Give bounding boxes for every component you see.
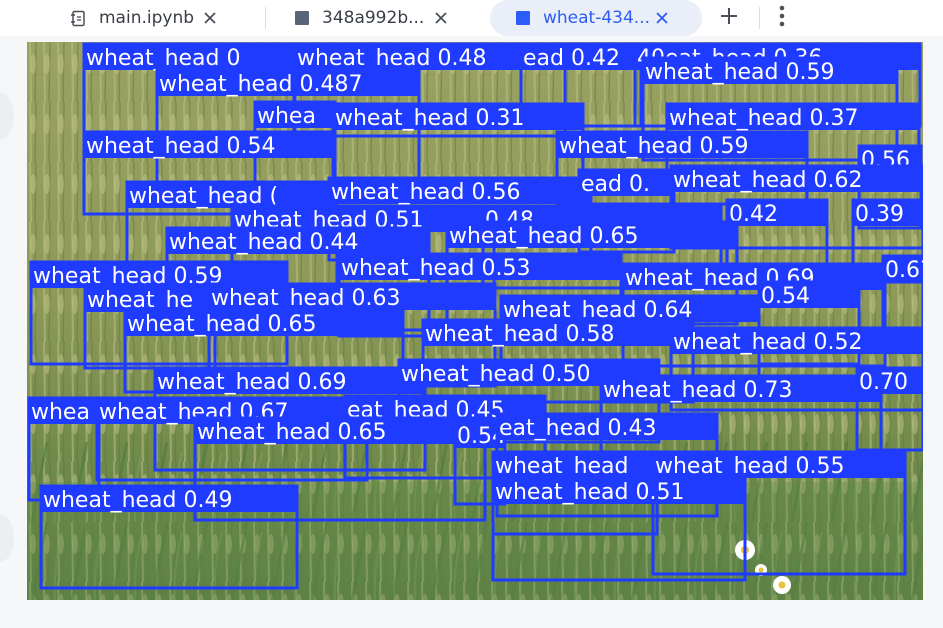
detection-image: wheat_head 0wheat_head 0.48ead 0.4240eat… bbox=[27, 42, 923, 600]
tab-divider bbox=[759, 7, 760, 29]
detection-label: wheat_head bbox=[495, 454, 629, 479]
detection-label: wheat_head 0.44 bbox=[169, 230, 358, 255]
detection-label: wheat_head 0.65 bbox=[197, 420, 386, 445]
close-icon[interactable] bbox=[201, 9, 219, 27]
detection-label: wheat_head 0.54 bbox=[86, 134, 275, 159]
image-file-icon bbox=[514, 9, 532, 27]
panel-toggle-handle[interactable] bbox=[0, 514, 14, 562]
notebook-icon bbox=[70, 9, 88, 27]
detection-label: wheat_head 0.73 bbox=[603, 378, 792, 403]
detection-label: 0.67 bbox=[885, 258, 923, 283]
detection-label: wheat_head 0.63 bbox=[211, 286, 400, 311]
detection-label: wheat_head 0.65 bbox=[449, 224, 638, 249]
more-vertical-icon bbox=[779, 5, 785, 31]
tab-label: 348a992b... bbox=[322, 8, 425, 28]
detection-label: 0.54 bbox=[761, 284, 810, 309]
new-tab-button[interactable] bbox=[714, 3, 744, 33]
detection-label: wheat_head 0.65 bbox=[127, 312, 316, 337]
detection-label: wheat_head 0.31 bbox=[335, 106, 524, 131]
close-icon[interactable] bbox=[432, 9, 450, 27]
panel-toggle-handle[interactable] bbox=[0, 92, 14, 140]
detection-label: wheat_head 0.37 bbox=[669, 106, 858, 131]
tab-bar: main.ipynb 348a992b... wheat-434... bbox=[0, 0, 943, 36]
detection-label: ead 0. bbox=[581, 172, 650, 197]
detection-label: wheat_head 0.53 bbox=[341, 256, 530, 281]
left-panel-strip bbox=[0, 36, 27, 628]
detection-label: whea bbox=[31, 400, 90, 425]
detection-label: wheat_head 0.62 bbox=[673, 168, 862, 193]
detection-label: wheat_head 0.55 bbox=[655, 454, 844, 479]
close-icon[interactable] bbox=[653, 9, 671, 27]
detection-label: wheat_head 0.50 bbox=[401, 362, 590, 387]
detection-label: wheat_head 0.52 bbox=[673, 330, 862, 355]
tab-divider bbox=[265, 7, 266, 29]
detection-label: wheat_head 0.69 bbox=[157, 370, 346, 395]
image-file-icon bbox=[293, 9, 311, 27]
detection-label: wheat_head 0.56 bbox=[331, 180, 520, 205]
tab-main-ipynb[interactable]: main.ipynb bbox=[70, 0, 240, 36]
detection-label: wheat_head 0.48 bbox=[297, 46, 486, 71]
tab-348a992b[interactable]: 348a992b... bbox=[293, 0, 463, 36]
detection-label: wheat_head 0.59 bbox=[645, 60, 834, 85]
detection-label: wheat_head 0 bbox=[86, 46, 241, 71]
detection-label: ead 0.42 bbox=[523, 46, 620, 71]
tab-wheat-434[interactable]: wheat-434... bbox=[490, 0, 702, 36]
plus-icon bbox=[719, 6, 739, 30]
tab-label: wheat-434... bbox=[543, 8, 651, 28]
more-options-button[interactable] bbox=[767, 3, 797, 33]
detection-label: wheat_head 0.51 bbox=[495, 480, 684, 505]
detection-label: wheat_head 0.59 bbox=[559, 134, 748, 159]
detection-label: 0.70 bbox=[859, 370, 908, 395]
tab-label: main.ipynb bbox=[99, 8, 195, 28]
detection-label: wheat_head 0.58 bbox=[425, 322, 614, 347]
detection-label: 0.39 bbox=[855, 202, 904, 227]
detection-label: eat_head 0.43 bbox=[499, 416, 657, 441]
detection-label: wheat_head 0.487 bbox=[159, 72, 362, 97]
detection-label: whea bbox=[257, 104, 316, 129]
detection-label: wheat_head 0.49 bbox=[43, 488, 232, 513]
image-viewer: wheat_head 0wheat_head 0.48ead 0.4240eat… bbox=[27, 42, 923, 600]
